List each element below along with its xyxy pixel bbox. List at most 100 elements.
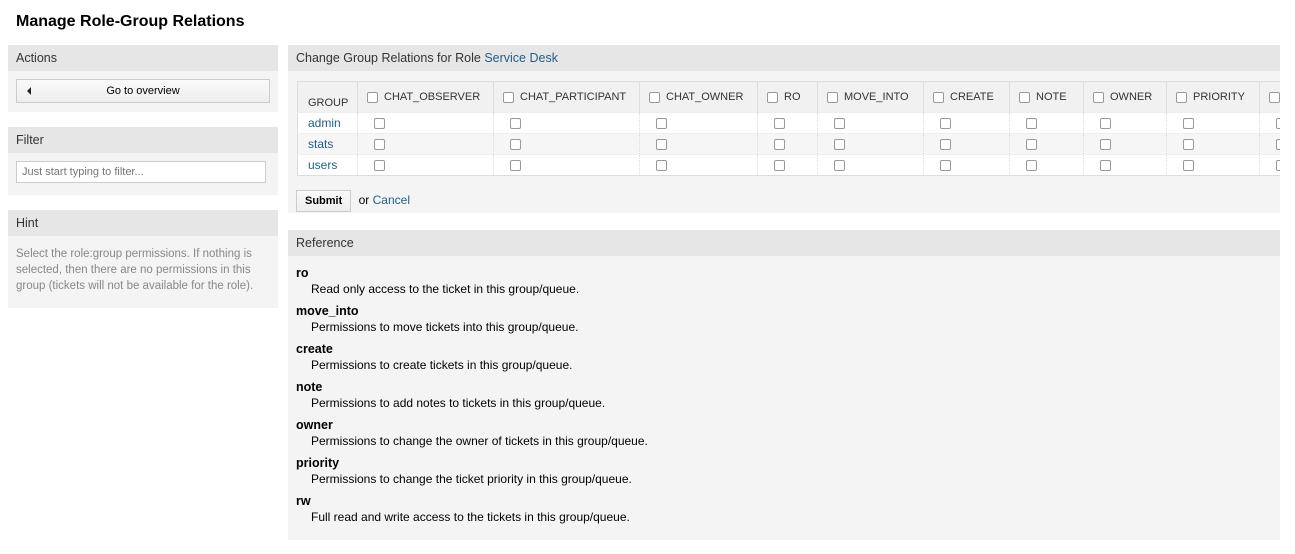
reference-description: Read only access to the ticket in this g…	[311, 282, 580, 296]
reference-description: Full read and write access to the ticket…	[311, 510, 630, 524]
permission-cell	[757, 133, 818, 155]
reference-description: Permissions to change the ticket priorit…	[311, 472, 632, 486]
reference-list: ro Read only access to the ticket in this…	[288, 256, 1280, 532]
reference-description: Permissions to move tickets into this gr…	[311, 320, 579, 334]
permission-checkbox[interactable]	[834, 138, 845, 150]
permission-cell	[639, 154, 758, 176]
reference-term: priority	[296, 456, 340, 470]
permission-checkbox[interactable]	[940, 117, 951, 129]
group-link[interactable]: stats	[308, 137, 333, 151]
select-all-checkbox[interactable]	[503, 91, 514, 103]
permission-checkbox[interactable]	[510, 117, 521, 129]
permission-checkbox[interactable]	[1026, 159, 1037, 171]
table-row: admin	[297, 112, 1280, 134]
column-header: MOVE_INTO	[817, 81, 924, 113]
permission-checkbox[interactable]	[656, 159, 667, 171]
select-all-checkbox[interactable]	[1093, 91, 1104, 103]
column-header: CREATE	[923, 81, 1010, 113]
column-header	[1259, 81, 1280, 113]
filter-panel: Filter	[8, 127, 278, 195]
permission-cell	[357, 112, 494, 134]
permission-cell	[357, 133, 494, 155]
actions-header: Actions	[8, 45, 278, 71]
column-header: RO	[757, 81, 818, 113]
select-all-checkbox[interactable]	[827, 91, 838, 103]
select-all-checkbox[interactable]	[367, 91, 378, 103]
select-all-checkbox[interactable]	[1019, 91, 1030, 103]
permission-cell	[493, 112, 640, 134]
permission-checkbox[interactable]	[774, 159, 785, 171]
permission-checkbox[interactable]	[656, 138, 667, 150]
select-all-checkbox[interactable]	[767, 91, 778, 103]
permission-cell	[357, 154, 494, 176]
column-header: CHAT_OBSERVER	[357, 81, 494, 113]
permission-checkbox[interactable]	[374, 159, 385, 171]
column-header: CHAT_PARTICIPANT	[493, 81, 640, 113]
filter-header: Filter	[8, 127, 278, 153]
or-text: or	[358, 193, 370, 207]
permission-checkbox[interactable]	[1183, 159, 1194, 171]
column-header: CHAT_OWNER	[639, 81, 758, 113]
go-to-overview-button[interactable]: Go to overview	[16, 79, 270, 103]
arrow-left-icon	[27, 87, 31, 95]
column-label: MOVE_INTO	[844, 91, 909, 103]
filter-input[interactable]	[16, 161, 266, 183]
permission-checkbox[interactable]	[774, 117, 785, 129]
form-actions: Submit or Cancel	[288, 176, 1280, 213]
hint-text: Select the role:group permissions. If no…	[16, 248, 254, 292]
permission-cell	[817, 133, 924, 155]
reference-term: ro	[296, 266, 309, 280]
permission-checkbox[interactable]	[1183, 138, 1194, 150]
permission-checkbox[interactable]	[1276, 138, 1280, 150]
group-link[interactable]: admin	[308, 116, 341, 130]
select-all-checkbox[interactable]	[933, 91, 944, 103]
go-to-overview-label: Go to overview	[106, 85, 180, 97]
group-column-header: GROUP	[297, 81, 358, 113]
permission-checkbox[interactable]	[774, 138, 785, 150]
reference-description: Permissions to create tickets in this gr…	[311, 358, 573, 372]
permission-checkbox[interactable]	[374, 138, 385, 150]
permission-checkbox[interactable]	[510, 138, 521, 150]
permission-checkbox[interactable]	[1100, 117, 1111, 129]
permission-checkbox[interactable]	[940, 138, 951, 150]
permission-checkbox[interactable]	[834, 117, 845, 129]
permission-checkbox[interactable]	[374, 117, 385, 129]
role-link[interactable]: Service Desk	[484, 51, 558, 65]
permission-checkbox[interactable]	[940, 159, 951, 171]
permission-checkbox[interactable]	[510, 159, 521, 171]
group-cell: stats	[297, 133, 358, 155]
actions-panel: Actions Go to overview	[8, 45, 278, 112]
reference-term: owner	[296, 418, 333, 432]
select-all-checkbox[interactable]	[649, 91, 660, 103]
permission-checkbox[interactable]	[1026, 117, 1037, 129]
reference-panel: Reference ro Read only access to the tick…	[288, 230, 1280, 540]
permission-checkbox[interactable]	[1100, 159, 1111, 171]
permission-checkbox[interactable]	[1276, 117, 1280, 129]
permission-cell	[817, 112, 924, 134]
panel-header: Change Group Relations for Role Service …	[288, 45, 1280, 71]
permission-cell	[1166, 112, 1260, 134]
permission-checkbox[interactable]	[1183, 117, 1194, 129]
group-cell: users	[297, 154, 358, 176]
permission-checkbox[interactable]	[1276, 159, 1280, 171]
permission-cell	[923, 133, 1010, 155]
column-label: PRIORITY	[1193, 91, 1245, 103]
submit-button[interactable]: Submit	[296, 190, 352, 212]
column-label: OWNER	[1110, 91, 1153, 103]
permission-cell	[639, 112, 758, 134]
cancel-link[interactable]: Cancel	[373, 193, 410, 207]
permission-checkbox[interactable]	[656, 117, 667, 129]
permission-checkbox[interactable]	[1100, 138, 1111, 150]
permission-cell	[1259, 133, 1280, 155]
group-cell: admin	[297, 112, 358, 134]
permission-cell	[923, 154, 1010, 176]
reference-description: Permissions to change the owner of ticke…	[311, 434, 648, 448]
group-link[interactable]: users	[308, 158, 337, 172]
permission-checkbox[interactable]	[834, 159, 845, 171]
permission-cell	[639, 133, 758, 155]
select-all-checkbox[interactable]	[1176, 91, 1187, 103]
permission-checkbox[interactable]	[1026, 138, 1037, 150]
permission-cell	[1166, 154, 1260, 176]
select-all-checkbox[interactable]	[1269, 91, 1280, 103]
relations-table: GROUP CHAT_OBSERVER CHAT_PARTICIPANT CHAT_O…	[297, 81, 1280, 176]
